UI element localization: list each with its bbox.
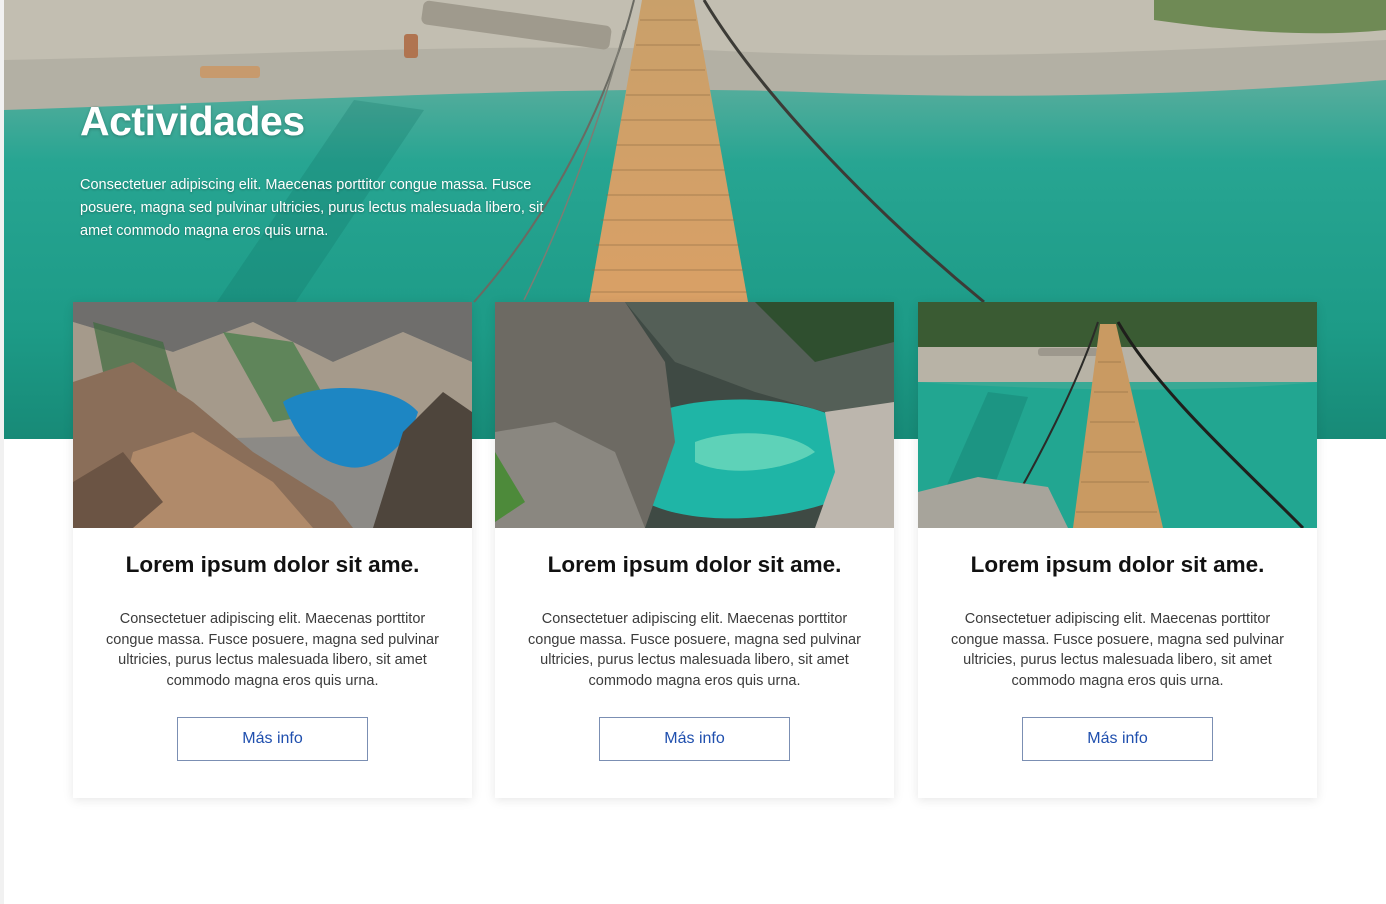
card-title: Lorem ipsum dolor sit ame. xyxy=(125,552,420,577)
activity-cards: Lorem ipsum dolor sit ame. Consectetuer … xyxy=(73,302,1317,798)
more-info-button[interactable]: Más info xyxy=(1022,717,1213,761)
page: Actividades Consectetuer adipiscing elit… xyxy=(0,0,1386,904)
more-info-button[interactable]: Más info xyxy=(177,717,368,761)
hero-description: Consectetuer adipiscing elit. Maecenas p… xyxy=(80,177,544,239)
card-description: Consectetuer adipiscing elit. Maecenas p… xyxy=(951,611,1284,689)
turquoise-river-canyon-photo xyxy=(495,302,894,528)
suspension-bridge-photo xyxy=(918,302,1317,528)
card-description: Consectetuer adipiscing elit. Maecenas p… xyxy=(106,611,439,689)
card-title: Lorem ipsum dolor sit ame. xyxy=(547,552,842,577)
card-title: Lorem ipsum dolor sit ame. xyxy=(970,552,1265,577)
card-description: Consectetuer adipiscing elit. Maecenas p… xyxy=(528,611,861,689)
more-info-button[interactable]: Más info xyxy=(599,717,790,761)
mountain-lake-photo xyxy=(73,302,472,528)
activity-card: Lorem ipsum dolor sit ame. Consectetuer … xyxy=(495,302,894,798)
hero-title: Actividades xyxy=(80,98,305,144)
activity-card: Lorem ipsum dolor sit ame. Consectetuer … xyxy=(73,302,472,798)
activity-card: Lorem ipsum dolor sit ame. Consectetuer … xyxy=(918,302,1317,798)
